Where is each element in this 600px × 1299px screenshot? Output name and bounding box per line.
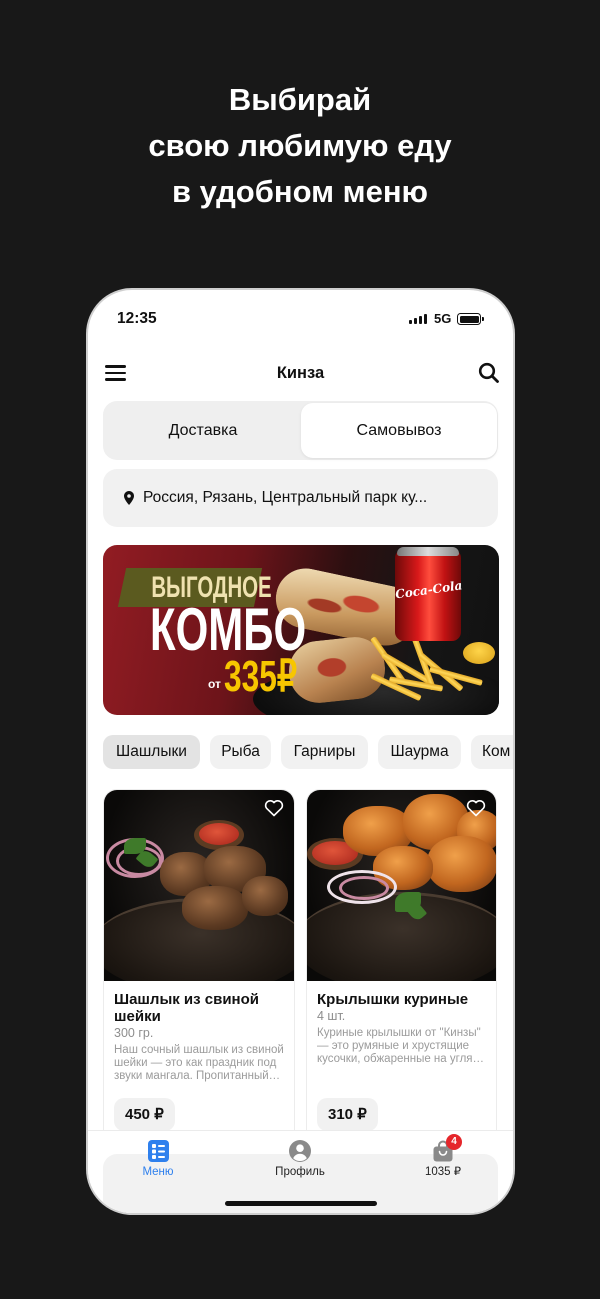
signal-icon <box>409 314 428 324</box>
address-field[interactable]: Россия, Рязань, Центральный парк ку... <box>103 469 498 527</box>
banner-price: 335₽ <box>224 652 298 701</box>
menu-list-icon <box>147 1140 169 1162</box>
product-info: Шашлык из свиной шейки 300 гр. Наш сочны… <box>114 991 286 1083</box>
sauce-cup <box>463 642 495 664</box>
chicken-wing <box>427 836 496 892</box>
category-chip[interactable]: Шашлыки <box>103 735 200 769</box>
category-chip[interactable]: Ком <box>471 735 513 769</box>
battery-nub <box>482 317 484 321</box>
nav-label: Профиль <box>275 1166 325 1178</box>
description-line: — это румяные и хрустящие <box>317 1040 470 1052</box>
delivery-option-pickup[interactable]: Самовывоз <box>301 403 497 458</box>
product-image <box>104 790 294 981</box>
product-info: Крылышки куриные 4 шт. Куриные крылышки … <box>317 991 488 1066</box>
product-description: Наш сочный шашлык из свиной шейки — это … <box>114 1044 286 1083</box>
nav-label: 1035 ₽ <box>424 1166 462 1178</box>
network-type: 5G <box>434 311 452 326</box>
sauce <box>199 823 239 845</box>
location-pin-icon <box>124 491 134 505</box>
description-line: Наш сочный шашлык из свиной <box>114 1044 284 1056</box>
product-description: Куриные крылышки от "Кинзы" — это румяны… <box>317 1027 488 1066</box>
nav-item-menu[interactable]: Меню <box>108 1140 208 1179</box>
category-chip[interactable]: Рыба <box>210 735 271 769</box>
onion-ring <box>339 876 389 900</box>
delivery-option-delivery[interactable]: Доставка <box>105 403 301 458</box>
category-chip[interactable]: Шаурма <box>378 735 461 769</box>
promo-headline: Выбирай свою любимую еду в удобном меню <box>0 77 600 215</box>
add-to-cart-price-button[interactable]: 310 ₽ <box>317 1098 378 1131</box>
description-line: кусочки, обжаренные на угля… <box>317 1053 485 1065</box>
nav-item-cart[interactable]: 4 1035 ₽ <box>393 1134 493 1179</box>
phone-screen: 12:35 5G Кинза Доставка Самовывоз Россия… <box>88 290 513 1213</box>
product-title: Крылышки куриные <box>317 991 469 1008</box>
meat-piece <box>242 876 288 916</box>
banner-price-prefix: от <box>208 677 221 691</box>
address-text: Россия, Рязань, Центральный парк ку... <box>143 489 428 506</box>
description-line: Куриные крылышки от "Кинзы" <box>317 1027 481 1039</box>
promo-line: Выбирай <box>228 82 372 117</box>
home-indicator <box>225 1201 377 1206</box>
nav-label: Меню <box>142 1166 174 1178</box>
product-weight: 4 шт. <box>317 1009 346 1023</box>
nav-item-profile[interactable]: Профиль <box>250 1140 350 1179</box>
profile-icon <box>289 1140 311 1162</box>
cola-can-lid <box>397 547 459 556</box>
combo-banner[interactable]: Coca-Cola ВЫГОДНОЕ КОМБО от 335₽ <box>103 545 499 715</box>
description-line: звуки мангала. Пропитанный… <box>114 1070 281 1082</box>
favorite-heart-icon[interactable] <box>466 799 486 817</box>
battery-icon <box>457 313 481 325</box>
add-to-cart-price-button[interactable]: 450 ₽ <box>114 1098 175 1131</box>
promo-line: в удобном меню <box>171 174 429 209</box>
search-icon[interactable] <box>478 362 500 384</box>
meat-piece <box>182 886 248 930</box>
banner-title: КОМБО <box>150 596 307 663</box>
cart-count-badge: 4 <box>446 1134 462 1150</box>
description-line: шейки — это как праздник под <box>114 1057 277 1069</box>
favorite-heart-icon[interactable] <box>264 799 284 817</box>
delivery-mode-switch: Доставка Самовывоз <box>103 401 498 460</box>
promo-line: свою любимую еду <box>148 128 452 163</box>
page-title: Кинза <box>276 364 325 382</box>
category-chip[interactable]: Гарниры <box>281 735 368 769</box>
product-weight: 300 гр. <box>114 1026 154 1040</box>
product-title: Шашлык из свиной шейки <box>114 991 260 1025</box>
status-time: 12:35 <box>117 310 157 327</box>
product-image <box>307 790 496 981</box>
